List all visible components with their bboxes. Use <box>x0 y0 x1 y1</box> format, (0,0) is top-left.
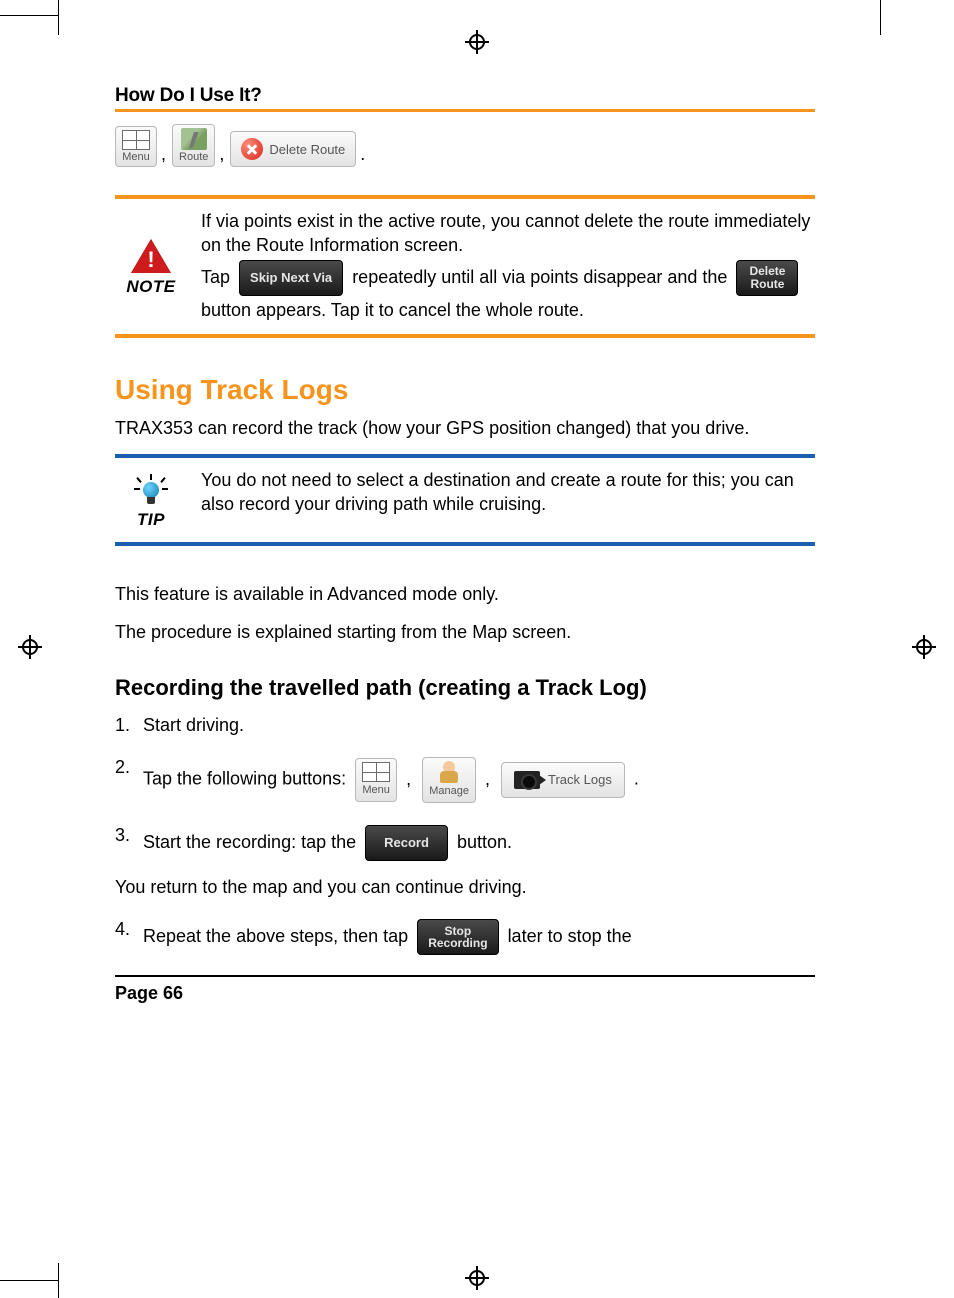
stop-recording-button: Stop Recording <box>417 919 498 955</box>
tip-body: You do not need to select a destination … <box>201 468 815 530</box>
menu-button: Menu <box>355 758 397 802</box>
skip-next-via-label: Skip Next Via <box>250 269 332 287</box>
note-badge: ! NOTE <box>115 209 187 322</box>
warning-icon: ! <box>131 239 171 275</box>
menu-icon <box>122 130 150 150</box>
crop-mark <box>0 15 58 16</box>
track-logs-button: Track Logs <box>501 762 625 798</box>
lightbulb-icon <box>134 474 168 508</box>
running-header: How Do I Use It? <box>115 85 815 107</box>
step-text: Start driving. <box>143 715 244 735</box>
registration-mark-icon <box>912 635 936 659</box>
note-label: NOTE <box>126 277 175 297</box>
separator: , <box>219 144 224 165</box>
delete-icon <box>241 138 263 160</box>
stop-recording-label: Stop Recording <box>428 925 487 950</box>
note-callout: ! NOTE If via points exist in the active… <box>115 195 815 338</box>
header-rule <box>115 109 815 112</box>
delete-route-dark-button: Delete Route <box>736 260 798 296</box>
step-text: button. <box>457 832 512 852</box>
crop-mark <box>58 0 59 35</box>
menu-icon <box>362 762 390 782</box>
step-text: Repeat the above steps, then tap <box>143 926 413 946</box>
registration-mark-icon <box>465 1266 489 1290</box>
page-content: How Do I Use It? Menu , Route , Delete R… <box>115 85 815 1004</box>
manage-button: Manage <box>422 757 476 803</box>
skip-next-via-button: Skip Next Via <box>239 260 343 296</box>
delete-route-label: Delete Route <box>269 142 345 157</box>
delete-route-button: Delete Route <box>230 131 356 167</box>
camera-icon <box>514 771 540 789</box>
manage-icon <box>437 761 461 783</box>
route-button: Route <box>172 124 215 167</box>
step-note: You return to the map and you can contin… <box>115 875 815 899</box>
crop-mark <box>880 0 881 35</box>
note-text: Tap <box>201 266 235 286</box>
step-text: Tap the following buttons: <box>143 769 351 789</box>
subsection-heading: Recording the travelled path (creating a… <box>115 675 815 701</box>
registration-mark-icon <box>465 30 489 54</box>
note-text: If via points exist in the active route,… <box>201 211 810 255</box>
step-text: Start the recording: tap the <box>143 832 361 852</box>
footer-rule <box>115 975 815 977</box>
separator: . <box>360 144 365 165</box>
note-text: button appears. Tap it to cancel the who… <box>201 300 584 320</box>
menu-button-label: Menu <box>122 151 150 163</box>
crop-mark <box>0 1280 58 1281</box>
separator: , <box>161 144 166 165</box>
step-item: Start the recording: tap the Record butt… <box>115 823 815 899</box>
step-item: Start driving. <box>115 713 815 737</box>
record-button-label: Record <box>384 834 429 852</box>
page-number: Page 66 <box>115 983 815 1004</box>
advanced-note: This feature is available in Advanced mo… <box>115 582 815 606</box>
note-body: If via points exist in the active route,… <box>201 209 815 322</box>
procedure-intro: The procedure is explained starting from… <box>115 620 815 644</box>
menu-button-label: Menu <box>362 783 390 798</box>
tip-label: TIP <box>137 510 165 530</box>
tip-badge: TIP <box>115 468 187 530</box>
menu-button: Menu <box>115 126 157 167</box>
step-text: later to stop the <box>508 926 632 946</box>
step-item: Repeat the above steps, then tap Stop Re… <box>115 917 815 957</box>
crop-mark <box>58 1263 59 1298</box>
step-item: Tap the following buttons: Menu , Manage… <box>115 755 815 805</box>
tip-callout: TIP You do not need to select a destinat… <box>115 454 815 546</box>
track-logs-label: Track Logs <box>548 771 612 789</box>
registration-mark-icon <box>18 635 42 659</box>
record-button: Record <box>365 825 448 861</box>
delete-route-dark-label: Delete Route <box>749 265 785 290</box>
note-text: repeatedly until all via points disappea… <box>352 266 732 286</box>
route-button-label: Route <box>179 151 208 163</box>
section-intro: TRAX353 can record the track (how your G… <box>115 416 815 440</box>
button-sequence: Menu , Route , Delete Route . <box>115 124 815 167</box>
steps-list: Start driving. Tap the following buttons… <box>115 713 815 957</box>
manage-button-label: Manage <box>429 784 469 799</box>
route-icon <box>181 128 207 150</box>
section-heading: Using Track Logs <box>115 374 815 406</box>
